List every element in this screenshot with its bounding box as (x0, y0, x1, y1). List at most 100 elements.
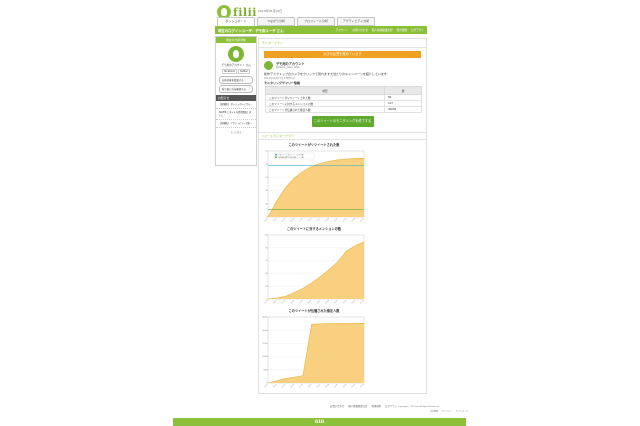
sidebar-heading: 現在の分析対象 (216, 37, 256, 43)
x-tick-label: 15:53 (281, 300, 286, 305)
table-row: このツイートが伝播された推定人数 40682 (265, 106, 422, 113)
news-item[interactable]: 【新機能】 ダッシュボードから... (216, 101, 256, 109)
stop-monitoring-button[interactable]: このツイートのモニタリングを終了する (311, 116, 374, 127)
y-tick-label: 9000 (263, 369, 267, 371)
x-tick-label: 16:54 (290, 218, 295, 223)
x-tick-label: 18:56 (308, 300, 313, 305)
x-tick-label: 15:53 (281, 218, 286, 223)
header-date: 2014年05月06日 (258, 9, 283, 13)
privacy-policy-link[interactable]: プライバシー (441, 410, 453, 413)
x-tick-label: 14:52 (273, 300, 278, 305)
x-tick-label: 17:55 (299, 218, 304, 223)
news-item[interactable]: 【新機能】 アクティビティ分析... (216, 120, 256, 128)
chart-reach: このツイートが伝播された推定人数 0 9000 18000 27000 36000 450… (262, 308, 366, 397)
y-tick-label: 36 (265, 190, 267, 192)
y-tick-label: 27000 (262, 343, 267, 345)
footer-contact-link[interactable]: お問い合わせ (330, 404, 344, 408)
x-tick-label: 14:52 (273, 384, 278, 389)
account-link[interactable]: アカウント (335, 28, 348, 32)
contact-link[interactable]: お問い合わせ (352, 28, 368, 32)
x-tick-label: 14:52 (273, 218, 278, 223)
y-tick-label: 90 (265, 151, 267, 153)
footer-privacy-link[interactable]: 個人情報保護方針 (348, 404, 367, 408)
footer-logout-link[interactable]: ログアウト (385, 404, 397, 408)
x-tick-label: 15:53 (281, 384, 286, 389)
footer-links: お問い合わせ 個人情報保護方針 利用規約 ログアウト (330, 404, 397, 408)
x-tick-label: 20:58 (325, 218, 330, 223)
x-tick-label: 19:57 (316, 384, 321, 389)
x-tick-label: 20:58 (325, 300, 330, 305)
sidebar: 現在の分析対象 デモ用のアカウント さん facebook twitter 分析… (215, 36, 257, 166)
y-tick-label: 120 (264, 235, 267, 237)
footer-links-secondary: 会社概要 プライバシー サイトマップ (430, 410, 468, 413)
y-tick-label: 72 (265, 260, 267, 262)
tab-dashboard[interactable]: ダッシュボード (217, 17, 255, 26)
footer-terms-link[interactable]: 利用規約 (371, 404, 381, 408)
tab-profile-analysis[interactable]: プロフィール分析 (297, 17, 335, 26)
social-badges: facebook twitter (216, 69, 256, 74)
graph-section: ツイートモニターグラフ (258, 132, 427, 140)
company-link[interactable]: 会社概要 (430, 410, 438, 413)
y-tick-label: 45000 (262, 317, 267, 319)
graph-section-title: ツイートモニターグラフ (258, 132, 427, 140)
chart-mentions: このツイートに対するメンションの数 0 24 48 72 96 120 13:51 14:52… (262, 226, 366, 313)
x-tick-label: 23:00 (343, 218, 348, 223)
sitemap-link[interactable]: サイトマップ (456, 410, 468, 413)
main-nav: ダッシュボード つながり分析 プロフィール分析 アクティビティ分析 (217, 17, 375, 26)
sidebar-account-name: デモ用のアカウント さん (221, 64, 251, 67)
x-tick-label: 17:55 (299, 300, 304, 305)
chart-retweets: このツイートがリツイートされた数 このツイートがリツイートされた数 2014年04… (262, 142, 366, 231)
terms-link[interactable]: 利用規約 (397, 28, 407, 32)
x-tick-label: 16:54 (290, 384, 295, 389)
x-tick-label: 00:01 (351, 218, 356, 223)
chart-svg: このツイートがリツイートされた数2014年04月17日の公開ツイート数01836… (264, 151, 365, 223)
x-tick-label: 21:59 (334, 384, 339, 389)
tab-connection-analysis[interactable]: つながり分析 (257, 17, 295, 26)
x-tick-label: 16:54 (290, 300, 295, 305)
privacy-link[interactable]: 個人情報保護方針 (372, 28, 393, 32)
y-tick-label: 36000 (262, 330, 267, 332)
table-cell: 40682 (384, 106, 422, 113)
x-tick-label: 21:59 (334, 300, 339, 305)
y-tick-label: 18 (265, 203, 267, 205)
y-tick-label: 48 (265, 273, 267, 275)
facebook-icon[interactable]: facebook (222, 69, 238, 74)
y-tick-label: 18000 (262, 356, 267, 358)
x-tick-label: 23:00 (343, 300, 348, 305)
avatar (228, 46, 244, 62)
y-tick-label: 96 (265, 247, 267, 249)
news-more-link[interactable]: もっと見る (216, 128, 256, 136)
twitter-icon[interactable]: twitter (238, 69, 250, 74)
x-tick-label: 18:56 (308, 384, 313, 389)
user-bar-links: アカウント お問い合わせ 個人情報保護方針 利用規約 ログアウト (335, 28, 424, 32)
account-screen-name: @demo_yusui_data (276, 66, 300, 69)
x-tick-label: 01:02 (360, 300, 365, 305)
table-header: 値 (384, 86, 422, 95)
summary-title: モニタリングサマリー情報 (264, 81, 301, 85)
summary-table: 項目 値 このツイートがリツイートされた数 80 このツイートに対するメンション… (265, 86, 422, 113)
tab-activity-analysis[interactable]: アクティビティ分析 (337, 17, 375, 26)
y-tick-label: 54 (265, 177, 267, 179)
news-item[interactable]: NAVER にタイルを提供開始しました (216, 109, 256, 120)
table-cell: このツイートが伝播された推定人数 (265, 106, 385, 113)
legend-swatch (275, 156, 277, 158)
y-tick-label: 72 (265, 164, 267, 166)
logout-link[interactable]: ログアウト (411, 28, 424, 32)
chart-svg: 02448729612013:51 14:52 15:53 16:54 17:55 18:… (264, 235, 365, 305)
section-title: モニタープラン (259, 39, 426, 48)
howto-button[interactable]: 取り扱い方を確認する (219, 85, 253, 93)
change-target-button[interactable]: 分析対象を変更する (219, 76, 253, 84)
legend-swatch (275, 154, 277, 156)
footer-bar: filii (173, 418, 466, 426)
x-tick-label: 01:02 (360, 218, 365, 223)
tweet-account: デモ用のアカウント @demo_yusui_data (264, 61, 421, 70)
x-tick-label: 23:00 (343, 384, 348, 389)
status-banner: 大きな反響を集めています (264, 51, 421, 58)
chart-svg: 090001800027000360004500013:51 14:52 15:53… (262, 317, 365, 389)
account-avatar (264, 61, 273, 70)
x-tick-label: 01:02 (360, 384, 365, 389)
y-tick-label: 24 (265, 286, 267, 288)
table-header: 項目 (265, 86, 385, 95)
x-tick-label: 20:58 (325, 384, 330, 389)
x-tick-label: 00:01 (351, 384, 356, 389)
